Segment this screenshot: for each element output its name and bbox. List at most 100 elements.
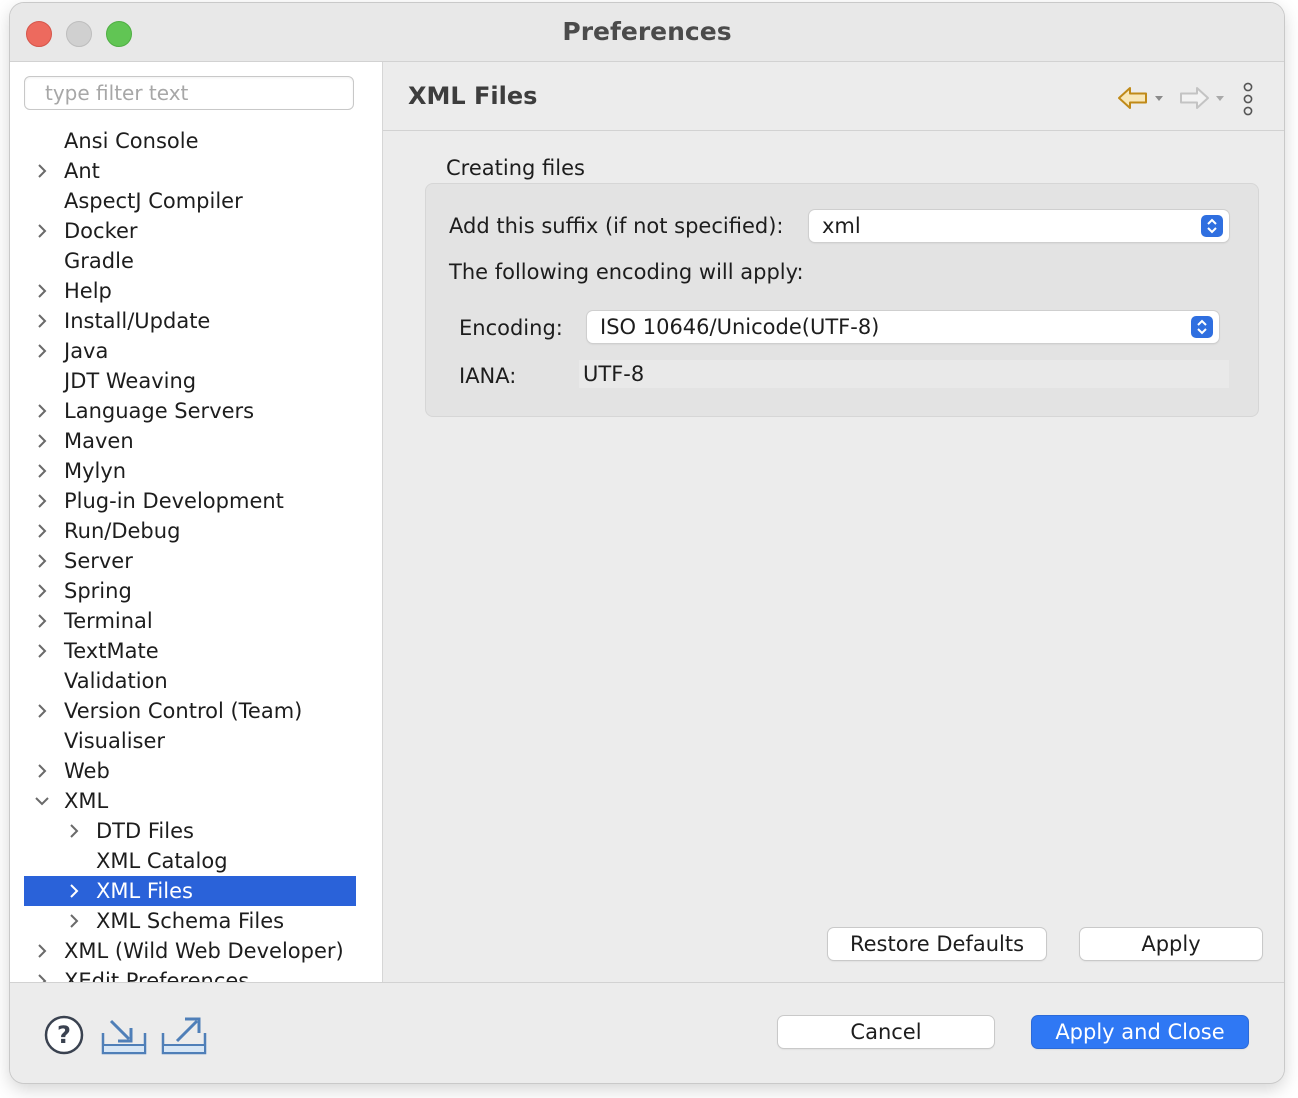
tree-item[interactable]: Help [24, 276, 356, 306]
tree-item-label: Maven [64, 429, 134, 453]
restore-defaults-button[interactable]: Restore Defaults [828, 928, 1046, 960]
encoding-select[interactable]: ISO 10646/Unicode(UTF-8) [587, 311, 1219, 343]
tree-item[interactable]: AspectJ Compiler [24, 186, 356, 216]
creating-files-group: Add this suffix (if not specified): xml … [425, 183, 1259, 417]
tree-item[interactable]: Terminal [24, 606, 356, 636]
apply-and-close-button[interactable]: Apply and Close [1032, 1016, 1248, 1048]
help-button[interactable]: ? [44, 1015, 84, 1059]
tree-item-label: XML Schema Files [96, 909, 285, 933]
tree-item[interactable]: Maven [24, 426, 356, 456]
chevron-right-icon[interactable] [32, 456, 52, 486]
tree-item[interactable]: Install/Update [24, 306, 356, 336]
tree-item[interactable]: XML Catalog [24, 846, 356, 876]
import-button[interactable] [101, 1017, 147, 1059]
tree-item-label: XML [64, 789, 109, 813]
chevron-right-icon[interactable] [32, 276, 52, 306]
chevron-right-icon[interactable] [64, 876, 84, 906]
chevron-right-icon[interactable] [32, 516, 52, 546]
chevron-right-icon[interactable] [32, 636, 52, 666]
tree-item-label: Gradle [64, 249, 134, 273]
chevron-right-icon[interactable] [32, 336, 52, 366]
chevron-right-icon[interactable] [32, 216, 52, 246]
window-title: Preferences [562, 17, 732, 46]
encoding-stepper-icon [1191, 316, 1213, 338]
chevron-right-icon[interactable] [32, 306, 52, 336]
page-title: XML Files [408, 82, 538, 110]
export-button[interactable] [161, 1013, 207, 1059]
encoding-label: Encoding: [459, 316, 563, 340]
tree-item-label: Language Servers [64, 399, 255, 423]
tree-item[interactable]: Version Control (Team) [24, 696, 356, 726]
chevron-right-icon[interactable] [64, 816, 84, 846]
tree-item[interactable]: Java [24, 336, 356, 366]
filter-input[interactable] [24, 76, 354, 110]
chevron-right-icon[interactable] [32, 756, 52, 786]
tree-item-label: DTD Files [96, 819, 194, 843]
tree-item-label: Install/Update [64, 309, 211, 333]
tree-item-label: TextMate [64, 639, 159, 663]
tree-item-label: Ansi Console [64, 129, 199, 153]
chevron-down-icon[interactable] [32, 786, 52, 816]
svg-text:?: ? [57, 1021, 71, 1049]
tree-item[interactable]: XML [24, 786, 356, 816]
suffix-select[interactable]: xml [809, 210, 1229, 242]
tree-item-label: AspectJ Compiler [64, 189, 243, 213]
iana-label: IANA: [459, 364, 517, 388]
title-bar: Preferences [10, 3, 1284, 62]
encoding-note: The following encoding will apply: [449, 260, 804, 284]
tree-item[interactable]: Spring [24, 576, 356, 606]
apply-button[interactable]: Apply [1080, 928, 1262, 960]
forward-button[interactable] [1178, 84, 1226, 112]
tree-item[interactable]: Ant [24, 156, 356, 186]
tree-item[interactable]: XML Schema Files [24, 906, 356, 936]
import-icon [101, 1019, 147, 1055]
tree-item[interactable]: Language Servers [24, 396, 356, 426]
tree-item[interactable]: Server [24, 546, 356, 576]
tree-item[interactable]: TextMate [24, 636, 356, 666]
chevron-right-icon[interactable] [32, 546, 52, 576]
chevron-right-icon[interactable] [32, 966, 52, 982]
tree-item[interactable]: JDT Weaving [24, 366, 356, 396]
forward-dropdown-icon[interactable] [1214, 93, 1226, 103]
suffix-select-value: xml [822, 214, 861, 238]
tree-item-label: Server [64, 549, 133, 573]
encoding-select-value: ISO 10646/Unicode(UTF-8) [600, 315, 880, 339]
tree-item-label: Validation [64, 669, 168, 693]
chevron-right-icon[interactable] [32, 606, 52, 636]
back-button[interactable] [1117, 84, 1165, 112]
chevron-right-icon[interactable] [32, 426, 52, 456]
tree-item-label: Help [64, 279, 112, 303]
tree-item[interactable]: XEdit Preferences [24, 966, 356, 982]
view-menu-button[interactable] [1241, 82, 1255, 116]
tree-item[interactable]: Validation [24, 666, 356, 696]
chevron-right-icon[interactable] [64, 906, 84, 936]
tree-item[interactable]: DTD Files [24, 816, 356, 846]
tree-item[interactable]: Run/Debug [24, 516, 356, 546]
chevron-right-icon[interactable] [32, 696, 52, 726]
tree-item[interactable]: Web [24, 756, 356, 786]
tree-item[interactable]: Visualiser [24, 726, 356, 756]
tree-item-label: Mylyn [64, 459, 127, 483]
chevron-right-icon[interactable] [32, 576, 52, 606]
tree-item[interactable]: Docker [24, 216, 356, 246]
chevron-right-icon[interactable] [32, 396, 52, 426]
cancel-button[interactable]: Cancel [778, 1016, 994, 1048]
tree-item[interactable]: XML (Wild Web Developer) [24, 936, 356, 966]
chevron-right-icon[interactable] [32, 936, 52, 966]
chevron-right-icon[interactable] [32, 156, 52, 186]
view-menu-icon [1243, 82, 1253, 116]
tree-item[interactable]: Mylyn [24, 456, 356, 486]
chevron-right-icon[interactable] [32, 486, 52, 516]
suffix-label: Add this suffix (if not specified): [449, 214, 784, 238]
suffix-stepper-icon [1201, 215, 1223, 237]
tree-item[interactable]: Plug-in Development [24, 486, 356, 516]
tree-item-label: Docker [64, 219, 138, 243]
back-dropdown-icon[interactable] [1153, 93, 1165, 103]
tree-item[interactable]: XML Files [24, 876, 356, 906]
tree-item-label: Run/Debug [64, 519, 181, 543]
tree-item-label: XML Catalog [96, 849, 228, 873]
tree-item[interactable]: Gradle [24, 246, 356, 276]
tree-item[interactable]: Ansi Console [24, 126, 356, 156]
forward-arrow-icon [1180, 87, 1209, 109]
tree-item-label: Visualiser [64, 729, 166, 753]
